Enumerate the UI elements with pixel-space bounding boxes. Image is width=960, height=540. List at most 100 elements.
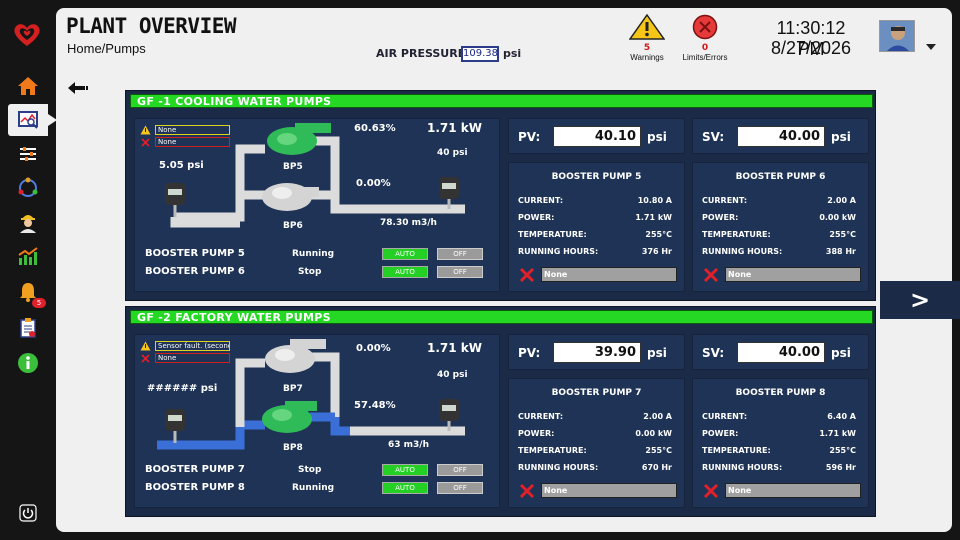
power-value: 0.00 kW (819, 213, 856, 222)
flow-rate: 78.30 m3/h (380, 218, 437, 228)
auto-button[interactable]: AUTO (382, 482, 428, 494)
off-button[interactable]: OFF (437, 266, 483, 278)
sv-unit: psi (831, 346, 851, 360)
errors-indicator[interactable]: 0 Limits/Errors (675, 14, 735, 62)
total-power: 1.71 kW (427, 121, 483, 135)
fault-x-icon (703, 267, 719, 283)
pump-diagram: Sensor fault. (second None ###### psi BP… (134, 334, 500, 508)
nav-settings[interactable] (8, 138, 48, 170)
current-value: 2.00 A (643, 412, 672, 421)
power-icon (19, 504, 37, 522)
hours-label: RUNNING HOURS: (518, 463, 599, 472)
warning-triangle-icon (628, 13, 666, 40)
user-menu-caret-icon[interactable] (926, 44, 936, 50)
alarm-count-badge: 5 (32, 298, 46, 308)
off-button[interactable]: OFF (437, 248, 483, 260)
group-cooling-water: GF -1 COOLING WATER PUMPS None None 5.05… (125, 90, 876, 301)
pump-row-name: BOOSTER PUMP 8 (145, 482, 245, 493)
message-1-text: None (155, 125, 230, 135)
off-button[interactable]: OFF (437, 482, 483, 494)
nav-workers[interactable] (8, 206, 48, 238)
worker-icon (20, 215, 36, 233)
breadcrumb[interactable]: Home/Pumps (67, 41, 146, 56)
pump-row-name: BOOSTER PUMP 5 (145, 248, 245, 259)
user-avatar[interactable] (879, 20, 915, 52)
hours-value: 596 Hr (825, 463, 856, 472)
lower-pump-speed: 57.48% (354, 400, 396, 411)
pump-row-status: Stop (298, 267, 322, 277)
power-label: POWER: (518, 429, 555, 438)
message-1: Sensor fault. (second (140, 341, 230, 351)
home-icon (18, 77, 38, 95)
temperature-label: TEMPERATURE: (518, 446, 587, 455)
nav-trends[interactable] (8, 240, 48, 272)
errors-label: Limits/Errors (682, 53, 728, 62)
warnings-label: Warnings (630, 53, 664, 62)
nav-power[interactable] (8, 497, 48, 529)
message-1: None (140, 125, 230, 135)
temperature-label: TEMPERATURE: (702, 230, 771, 239)
power-value: 1.71 kW (819, 429, 856, 438)
lower-pump-label: BP8 (283, 443, 303, 453)
power-label: POWER: (518, 213, 555, 222)
nav-monitor[interactable] (8, 104, 57, 136)
air-pressure-label: AIR PRESSURE: (376, 47, 470, 60)
upper-pump-label: BP7 (283, 384, 303, 394)
inlet-pressure: ###### psi (147, 383, 218, 394)
fault-x-icon (519, 267, 535, 283)
sidebar: 5 (0, 0, 57, 540)
message-1-text: Sensor fault. (second (155, 341, 230, 351)
off-button[interactable]: OFF (437, 464, 483, 476)
auto-button[interactable]: AUTO (382, 266, 428, 278)
hours-value: 376 Hr (641, 247, 672, 256)
error-small-icon (141, 354, 150, 363)
nav-alarms[interactable]: 5 (8, 276, 48, 308)
pv-value: 39.90 (553, 342, 641, 363)
upper-pump-label: BP5 (283, 162, 303, 172)
current-label: CURRENT: (518, 196, 564, 205)
hours-label: RUNNING HOURS: (702, 463, 783, 472)
next-page-button[interactable]: > (880, 281, 960, 319)
fault-x-icon (703, 483, 719, 499)
pump-row-status: Stop (298, 465, 322, 475)
fault-message: None (725, 267, 861, 282)
sv-value[interactable]: 40.00 (737, 126, 825, 147)
power-label: POWER: (702, 429, 739, 438)
error-small-icon (141, 138, 150, 147)
card-title: BOOSTER PUMP 7 (551, 388, 642, 398)
temperature-value: 255°C (829, 446, 856, 455)
clock-date: 8/27/2026 (770, 38, 852, 58)
auto-button[interactable]: AUTO (382, 248, 428, 260)
auto-button[interactable]: AUTO (382, 464, 428, 476)
trend-chart-icon (18, 247, 38, 265)
page-title: PLANT OVERVIEW (66, 14, 237, 38)
temperature-value: 255°C (829, 230, 856, 239)
pump-row-status: Running (292, 483, 335, 493)
pump-diagram: None None 5.05 psi BP5 BP6 60.63% 0.00% … (134, 118, 500, 292)
nav-reports[interactable] (8, 312, 48, 344)
power-label: POWER: (702, 213, 739, 222)
pump-row-status: Running (292, 249, 335, 259)
power-value: 1.71 kW (635, 213, 672, 222)
back-button[interactable] (67, 80, 89, 94)
warnings-indicator[interactable]: 5 Warnings (617, 13, 677, 62)
card-title: BOOSTER PUMP 6 (735, 172, 826, 182)
sv-label: SV: (702, 346, 725, 360)
nav-info[interactable] (8, 347, 48, 379)
hours-value: 388 Hr (825, 247, 856, 256)
nav-home[interactable] (8, 70, 48, 102)
sv-value[interactable]: 40.00 (737, 342, 825, 363)
temperature-label: TEMPERATURE: (702, 446, 771, 455)
error-circle-icon (692, 14, 718, 40)
outlet-pressure: 40 psi (437, 370, 468, 380)
inlet-pressure: 5.05 psi (159, 160, 204, 171)
message-2: None (140, 353, 230, 363)
fault-message: None (541, 267, 677, 282)
message-2: None (140, 137, 230, 147)
pump-card: BOOSTER PUMP 5 CURRENT: 10.80 A POWER: 1… (508, 162, 685, 292)
pv-panel: PV: 40.10 psi (508, 118, 685, 154)
nav-cycle[interactable] (8, 172, 48, 204)
pump-row-name: BOOSTER PUMP 6 (145, 266, 245, 277)
sv-label: SV: (702, 130, 725, 144)
message-2-text: None (155, 137, 230, 147)
